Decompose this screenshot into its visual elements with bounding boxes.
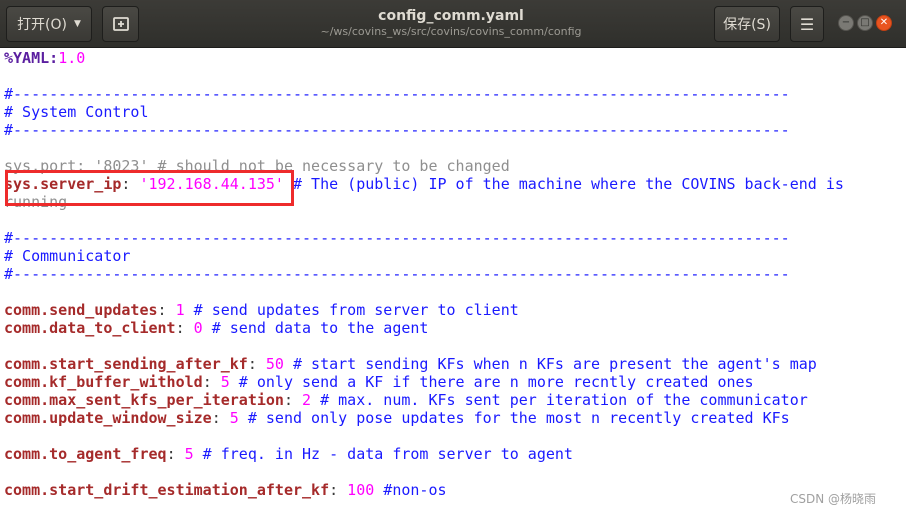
config-key: comm.data_to_client bbox=[4, 319, 176, 337]
config-key: comm.to_agent_freq bbox=[4, 445, 167, 463]
config-value: 5 bbox=[220, 373, 230, 391]
config-value: 0 bbox=[193, 319, 203, 337]
config-comment: # freq. in Hz - data from server to agen… bbox=[193, 445, 573, 463]
editor-line: comm.max_sent_kfs_per_iteration: 2 # max… bbox=[4, 391, 808, 409]
config-value: 100 bbox=[347, 481, 375, 499]
minimize-button[interactable]: − bbox=[838, 15, 854, 31]
config-separator: : bbox=[157, 301, 176, 319]
chevron-down-icon: ▼ bbox=[74, 19, 81, 29]
config-comment: # send updates from server to client bbox=[184, 301, 519, 319]
config-value: 50 bbox=[265, 355, 284, 373]
config-separator: : bbox=[166, 445, 185, 463]
maximize-icon: □ bbox=[860, 17, 870, 28]
minimize-icon: − bbox=[841, 17, 851, 28]
new-document-icon bbox=[112, 17, 129, 31]
yaml-version: 1.0 bbox=[58, 49, 86, 67]
config-separator: : bbox=[175, 319, 194, 337]
config-key: comm.update_window_size bbox=[4, 409, 212, 427]
editor-line: %YAML:1.0 bbox=[4, 49, 85, 67]
config-comment: # send data to the agent bbox=[202, 319, 429, 337]
title-bar: 打开(O) ▼ config_comm.yaml ~/ws/covins_ws/s… bbox=[0, 0, 906, 48]
maximize-button[interactable]: □ bbox=[857, 15, 873, 31]
config-separator: : bbox=[211, 409, 230, 427]
highlight-box bbox=[5, 170, 294, 206]
config-comment: #non-os bbox=[374, 481, 447, 499]
config-separator: : bbox=[329, 481, 348, 499]
config-value: 2 bbox=[302, 391, 312, 409]
new-document-button[interactable] bbox=[102, 6, 139, 42]
open-button[interactable]: 打开(O) ▼ bbox=[6, 6, 92, 42]
section-comment: # System Control bbox=[4, 103, 149, 121]
config-comment: # send only pose updates for the most n … bbox=[238, 409, 790, 427]
editor-line: comm.to_agent_freq: 5 # freq. in Hz - da… bbox=[4, 445, 573, 463]
config-key: comm.max_sent_kfs_per_iteration bbox=[4, 391, 284, 409]
section-comment: # Communicator bbox=[4, 247, 131, 265]
config-value: 5 bbox=[184, 445, 194, 463]
comment-rule: #---------------------------------------… bbox=[4, 121, 790, 139]
config-comment: # max. num. KFs sent per iteration of th… bbox=[311, 391, 808, 409]
window-title: config_comm.yaml bbox=[378, 8, 524, 24]
open-button-label: 打开(O) bbox=[17, 17, 68, 33]
config-value: 5 bbox=[229, 409, 239, 427]
hamburger-icon: ☰ bbox=[799, 14, 815, 34]
config-separator: : bbox=[283, 391, 303, 409]
config-key: comm.kf_buffer_withold bbox=[4, 373, 203, 391]
config-value: 1 bbox=[175, 301, 185, 319]
comment-rule: #---------------------------------------… bbox=[4, 265, 790, 283]
watermark: CSDN @杨晓雨 bbox=[790, 492, 877, 506]
comment-rule: #---------------------------------------… bbox=[4, 85, 790, 103]
editor-line: comm.start_sending_after_kf: 50 # start … bbox=[4, 355, 817, 373]
text-editor[interactable]: %YAML:1.0 #-----------------------------… bbox=[0, 48, 906, 516]
editor-line: comm.kf_buffer_withold: 5 # only send a … bbox=[4, 373, 754, 391]
config-separator: : bbox=[202, 373, 221, 391]
yaml-directive: %YAML bbox=[4, 49, 50, 67]
yaml-separator: : bbox=[49, 49, 59, 67]
config-comment: # only send a KF if there are n more rec… bbox=[229, 373, 754, 391]
editor-line: comm.data_to_client: 0 # send data to th… bbox=[4, 319, 428, 337]
close-icon: ✕ bbox=[879, 17, 889, 28]
config-separator: : bbox=[247, 355, 266, 373]
config-key: comm.start_drift_estimation_after_kf bbox=[4, 481, 330, 499]
editor-line: comm.start_drift_estimation_after_kf: 10… bbox=[4, 481, 447, 499]
config-key: comm.start_sending_after_kf bbox=[4, 355, 248, 373]
config-comment: # start sending KFs when n KFs are prese… bbox=[283, 355, 817, 373]
file-path: ~/ws/covins_ws/src/covins/covins_comm/co… bbox=[320, 25, 582, 38]
save-button[interactable]: 保存(S) bbox=[714, 6, 780, 42]
hamburger-menu-button[interactable]: ☰ bbox=[790, 6, 824, 42]
config-comment: # The (public) IP of the machine where t… bbox=[283, 175, 844, 193]
editor-line: comm.send_updates: 1 # send updates from… bbox=[4, 301, 519, 319]
close-button[interactable]: ✕ bbox=[876, 15, 892, 31]
editor-line: comm.update_window_size: 5 # send only p… bbox=[4, 409, 790, 427]
config-key: comm.send_updates bbox=[4, 301, 158, 319]
comment-rule: #---------------------------------------… bbox=[4, 229, 790, 247]
